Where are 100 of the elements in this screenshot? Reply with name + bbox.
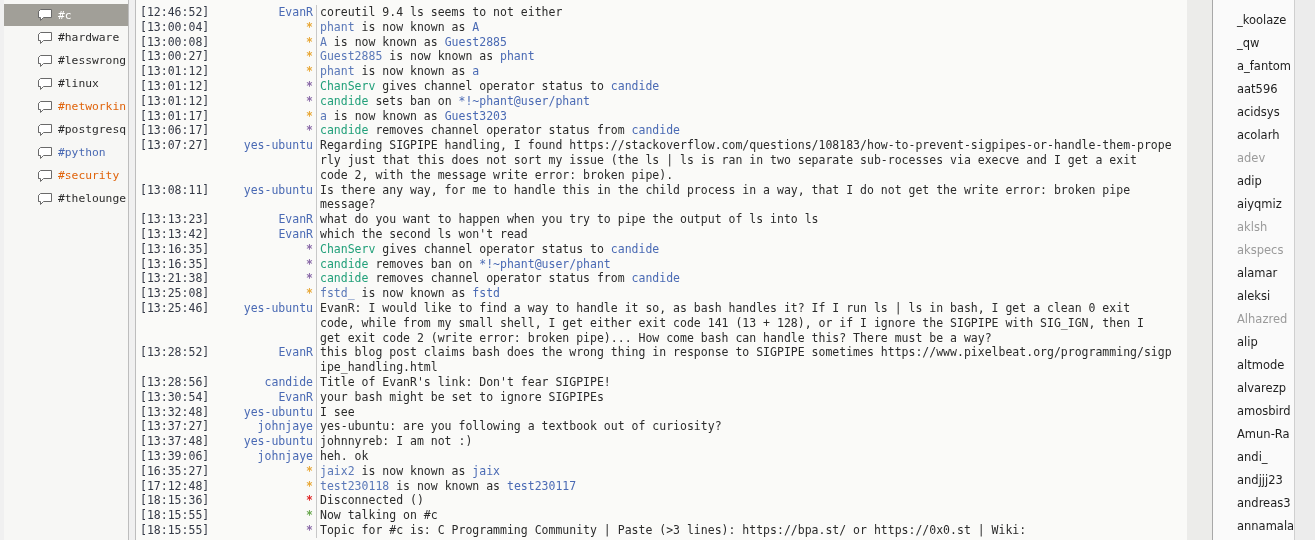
user-name[interactable]: alamar: [1213, 262, 1294, 285]
timestamp: [13:08:11]: [139, 182, 211, 199]
nick-name: EvanR: [278, 5, 313, 19]
message-text: Title of EvanR's link: Don't fear SIGPIPE!: [320, 374, 612, 390]
user-name[interactable]: acidsys: [1213, 101, 1294, 124]
chat-bubble-icon: [37, 30, 53, 45]
chat-bubble-icon: [37, 99, 53, 114]
user-name[interactable]: andreas3: [1213, 492, 1294, 515]
event-marker: *: [306, 34, 313, 49]
timestamp: [13:28:52]: [139, 345, 211, 362]
event-text: Guest2885 is now known as phant: [320, 49, 536, 65]
user-name[interactable]: Amun-Ra: [1213, 423, 1294, 446]
event-marker: *: [306, 522, 313, 537]
nick-name: yes-ubuntu: [243, 404, 313, 419]
chat-bubble-icon: [37, 145, 53, 160]
user-name[interactable]: aat596: [1213, 78, 1294, 101]
channel-item[interactable]: #hardware: [4, 26, 128, 49]
message-text: what do you want to happen when you try to pipe the output of ls into ls: [320, 212, 820, 227]
timestamp: [13:21:38]: [139, 271, 211, 287]
event-marker: *: [306, 508, 313, 523]
timestamp: [13:07:27]: [139, 138, 211, 155]
event-text: A is now known as Guest2885: [320, 34, 508, 50]
message-text: yes-ubuntu: are you following a textbook out of curiosity?: [320, 419, 723, 435]
event-marker: *: [306, 79, 313, 93]
timestamp: [13:37:48]: [139, 434, 211, 449]
timestamp: [13:00:08]: [139, 34, 211, 50]
event-marker: *: [306, 241, 313, 256]
event-text: Disconnected (): [320, 493, 425, 509]
timestamp: [16:35:27]: [139, 463, 211, 479]
timestamp: [13:32:48]: [139, 404, 211, 420]
nick-name: johnjaye: [257, 419, 313, 434]
event-text: phant is now known as A: [320, 19, 481, 35]
timestamp: [13:06:17]: [139, 123, 211, 139]
channel-item[interactable]: #lesswrong: [4, 49, 128, 72]
event-text: ChanServ gives channel operator status to candide: [320, 241, 661, 257]
nick-name: yes-ubuntu: [243, 300, 313, 315]
nick-name: EvanR: [278, 389, 313, 404]
channel-item[interactable]: #linux: [4, 72, 128, 95]
scrollbar[interactable]: [1187, 0, 1213, 540]
nick-name: yes-ubuntu: [243, 182, 313, 197]
channel-item[interactable]: #python: [4, 141, 128, 164]
channel-item[interactable]: #postgresq: [4, 118, 128, 141]
timestamp: [13:37:27]: [139, 419, 211, 435]
event-text: candide removes channel operator status from candide: [320, 123, 682, 139]
user-name[interactable]: andi_: [1213, 446, 1294, 469]
user-name[interactable]: alvarezp: [1213, 377, 1294, 400]
message-text: get exit code 2 (write error: broken pipe)... How come bash can handle this? There must be a way?: [320, 330, 993, 346]
nick-name: EvanR: [278, 226, 313, 241]
timestamp: [13:39:06]: [139, 448, 211, 464]
message-text: rly just that this does not sort my issue (the ls | ls is ran in two separate sub-rocesses via execve and I get a exit: [320, 152, 1138, 168]
timestamp: [13:01:17]: [139, 108, 211, 124]
timestamp: [12:46:52]: [139, 5, 211, 20]
timestamp: [13:25:08]: [139, 286, 211, 301]
nick-name: yes-ubuntu: [243, 434, 313, 449]
channel-item[interactable]: #thelounge: [4, 187, 128, 210]
event-marker: *: [306, 123, 313, 138]
event-marker: *: [306, 93, 313, 108]
message-text: ipe_handling.html: [320, 360, 439, 375]
timestamp: [18:15:55]: [139, 522, 211, 538]
event-marker: *: [306, 463, 313, 478]
event-text: fstd_ is now known as fstd: [320, 286, 502, 301]
nick-name: EvanR: [278, 345, 313, 360]
message-text: this blog post claims bash does the wrong thing in response to SIGPIPE sometimes https://www.pixelbeat.org/programming/sigp: [320, 345, 1173, 361]
timestamp: [13:25:46]: [139, 300, 211, 317]
message-text: EvanR: I would like to find a way to handle it so, as bash handles it? If I run ls | ls in bash, I get a clean 0 exit: [320, 300, 1132, 316]
scrollbar[interactable]: [1294, 0, 1315, 540]
timestamp: [13:28:56]: [139, 374, 211, 390]
message-text: coreutil 9.4 ls seems to not either: [320, 5, 564, 20]
message-text: Is there any way, for me to handle this in the child process in a way, that I do not get the write error: broken pipe: [320, 182, 1132, 198]
timestamp: [13:01:12]: [139, 79, 211, 94]
user-name[interactable]: alip: [1213, 331, 1294, 354]
timestamp: [13:13:42]: [139, 226, 211, 242]
event-marker: *: [306, 256, 313, 271]
user-name[interactable]: altmode: [1213, 354, 1294, 377]
nick-name: johnjaye: [257, 448, 313, 463]
event-marker: *: [306, 64, 313, 79]
timestamp: [13:00:04]: [139, 19, 211, 35]
message-text: I see: [320, 404, 356, 420]
timestamp: [13:30:54]: [139, 389, 211, 405]
timestamp: [18:15:36]: [139, 493, 211, 509]
user-name[interactable]: amosbird: [1213, 400, 1294, 423]
user-name[interactable]: andjjj23: [1213, 469, 1294, 492]
timestamp: [13:00:27]: [139, 49, 211, 65]
message-text: johnnyreb: I am not :): [320, 434, 474, 449]
message-text: your bash might be set to ignore SIGPIPEs: [320, 389, 605, 405]
user-name[interactable]: aleksi: [1213, 285, 1294, 308]
user-name[interactable]: annamala: [1213, 515, 1294, 538]
chat-bubble-icon: [37, 8, 53, 22]
event-text: phant is now known as a: [320, 64, 481, 79]
timestamp: [13:01:12]: [139, 93, 211, 109]
user-name[interactable]: acolarh: [1213, 124, 1294, 147]
timestamp: [18:15:55]: [139, 508, 211, 523]
user-name[interactable]: adip: [1213, 170, 1294, 193]
chat-bubble-icon: [37, 53, 53, 68]
user-name[interactable]: _qw: [1213, 32, 1294, 55]
nick-name: candide: [264, 374, 313, 389]
chat-bubble-icon: [37, 76, 53, 91]
user-name[interactable]: _koolaze: [1213, 9, 1294, 32]
user-name[interactable]: aiyqmiz: [1213, 193, 1294, 216]
user-name[interactable]: a_fantom: [1213, 55, 1294, 78]
